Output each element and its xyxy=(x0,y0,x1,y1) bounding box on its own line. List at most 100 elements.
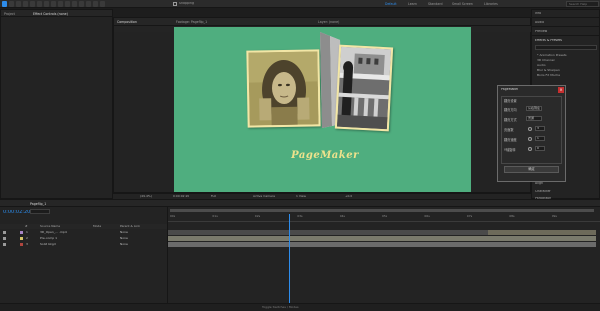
timeline-timecode[interactable]: 0:00:02:20 xyxy=(3,210,30,215)
page-count-keyframe-icon[interactable] xyxy=(528,127,532,131)
eye-icon[interactable] xyxy=(3,243,6,246)
ruler-tick-label: 00s xyxy=(170,215,176,218)
label-color-icon[interactable] xyxy=(20,231,23,234)
timeline-tabbar: Pageflip_1 xyxy=(0,200,600,207)
workspace-learn[interactable]: Learn xyxy=(408,2,417,6)
tab-project[interactable]: Project xyxy=(4,12,15,16)
speed-input[interactable]: 1 xyxy=(535,136,545,141)
clone-stamp-tool-icon[interactable] xyxy=(79,1,84,7)
field-label: 翻页方向 xyxy=(504,108,517,112)
playhead[interactable] xyxy=(288,214,290,304)
table-row[interactable]: 3 Solid bkgd None xyxy=(0,242,167,247)
status-bar: Toggle Switches / Modes xyxy=(0,303,600,311)
zoom-level[interactable]: (49.4%) xyxy=(140,195,152,198)
layer-bar-1-tail[interactable] xyxy=(488,230,596,235)
workspace-small-screen[interactable]: Small Screen xyxy=(452,2,473,6)
layer-name[interactable]: Solid bkgd xyxy=(40,243,56,246)
photo-woman xyxy=(246,49,321,128)
pen-tool-icon[interactable] xyxy=(58,1,63,7)
timeline-search-input[interactable] xyxy=(30,209,50,214)
views-dropdown[interactable]: 1 View xyxy=(296,195,306,198)
composition-tabbar: Composition Footage: Pageflip_1 Layer: (… xyxy=(114,18,530,26)
shape-tool-icon[interactable] xyxy=(51,1,56,7)
layer-bar-1[interactable] xyxy=(168,230,488,235)
field-label: 翻页速度 xyxy=(504,138,517,142)
settings-section-label: 翻页设置 xyxy=(504,99,517,103)
layer-parent[interactable]: None xyxy=(120,231,128,234)
effects-search-input[interactable] xyxy=(535,45,597,50)
snapping-checkbox[interactable] xyxy=(173,2,177,6)
home-icon[interactable] xyxy=(2,1,7,7)
selection-tool-icon[interactable] xyxy=(9,1,14,7)
table-row[interactable]: 2 Pre-comp 1 None xyxy=(0,236,167,241)
photo-balcony xyxy=(334,44,394,132)
effects-item[interactable]: Blur & Sharpen xyxy=(537,69,560,72)
effects-item[interactable]: 3D Channel xyxy=(537,59,555,62)
effects-item[interactable]: Boris FX Mocha xyxy=(537,74,560,77)
tab-align[interactable]: Align xyxy=(535,182,543,185)
resolution-dropdown[interactable]: Full xyxy=(211,195,216,198)
brush-tool-icon[interactable] xyxy=(72,1,77,7)
eye-icon[interactable] xyxy=(3,237,6,240)
tab-preview[interactable]: Preview xyxy=(535,30,547,33)
table-row[interactable]: 1 3D_Open_... .mp4 None xyxy=(0,230,167,235)
tab-info[interactable]: Info xyxy=(535,12,541,15)
viewer-timecode[interactable]: 0:00:02:20 xyxy=(173,195,189,198)
y-rotation-input[interactable]: 0 xyxy=(535,146,545,151)
field-label: 翻页方式 xyxy=(504,118,517,122)
tab-audio[interactable]: Audio xyxy=(535,21,544,24)
layer-name[interactable]: Pre-comp 1 xyxy=(40,237,57,240)
eraser-tool-icon[interactable] xyxy=(86,1,91,7)
workspace-standard[interactable]: Standard xyxy=(428,2,443,6)
tab-layer[interactable]: Layer: (none) xyxy=(318,20,339,24)
workspace-libraries[interactable]: Libraries xyxy=(484,2,498,6)
camera-tool-icon[interactable] xyxy=(37,1,42,7)
dialog-title: PageMaker xyxy=(501,88,519,91)
label-color-icon[interactable] xyxy=(20,243,23,246)
layer-parent[interactable]: None xyxy=(120,243,128,246)
y-rotation-keyframe-icon[interactable] xyxy=(528,147,532,151)
rotate-tool-icon[interactable] xyxy=(30,1,35,7)
pagemaker-script-title: PageMaker xyxy=(291,150,359,161)
tab-composition[interactable]: Composition xyxy=(117,20,137,24)
camera-dropdown[interactable]: Active Camera xyxy=(253,195,275,198)
status-toggle-label[interactable]: Toggle Switches / Modes xyxy=(262,306,299,309)
layer-name[interactable]: 3D_Open_... .mp4 xyxy=(40,231,67,234)
column-header-mode: Mode xyxy=(93,225,102,228)
layer-parent[interactable]: None xyxy=(120,237,128,240)
direction-select[interactable]: 从右到左 xyxy=(526,106,542,111)
work-area-bar[interactable] xyxy=(170,209,594,212)
field-label: Y轴旋转 xyxy=(504,148,516,152)
label-color-icon[interactable] xyxy=(20,237,23,240)
effects-item[interactable]: * Animation Presets xyxy=(537,54,567,57)
tab-footage[interactable]: Footage: Pageflip_1 xyxy=(176,20,207,24)
tab-character[interactable]: Character xyxy=(535,190,551,193)
workspace-default[interactable]: Default xyxy=(385,2,397,6)
hand-tool-icon[interactable] xyxy=(16,1,21,7)
puppet-tool-icon[interactable] xyxy=(100,1,105,7)
divider xyxy=(532,26,600,27)
exposure-value[interactable]: +0.0 xyxy=(345,195,352,198)
style-select[interactable]: 普通 xyxy=(526,116,542,121)
divider xyxy=(532,17,600,18)
search-help-field[interactable]: Search Help xyxy=(566,1,599,7)
tab-timeline-comp[interactable]: Pageflip_1 xyxy=(30,202,46,206)
eye-icon[interactable] xyxy=(3,231,6,234)
close-icon[interactable]: × xyxy=(558,87,564,93)
roto-brush-tool-icon[interactable] xyxy=(93,1,98,7)
tab-effects-presets[interactable]: Effects & Presets xyxy=(535,39,562,42)
tab-effect-controls[interactable]: Effect Controls (none) xyxy=(33,12,68,16)
layer-bar-3[interactable] xyxy=(168,242,596,247)
ok-button[interactable]: 确定 xyxy=(504,166,559,173)
speed-keyframe-icon[interactable] xyxy=(528,137,532,141)
type-tool-icon[interactable] xyxy=(65,1,70,7)
effects-item[interactable]: Audio xyxy=(537,64,546,67)
zoom-tool-icon[interactable] xyxy=(23,1,28,7)
time-ruler[interactable]: 00s 01s 02s 03s 04s 05s 06s 07s 08s 09s xyxy=(168,214,600,222)
ruler-tick-label: 07s xyxy=(466,215,473,218)
project-tabbar: Project Effect Controls (none) xyxy=(1,10,112,17)
pan-behind-tool-icon[interactable] xyxy=(44,1,49,7)
layer-bar-2[interactable] xyxy=(168,236,596,241)
page-count-input[interactable]: 3 xyxy=(535,126,545,131)
ruler-tick-label: 02s xyxy=(254,215,261,218)
